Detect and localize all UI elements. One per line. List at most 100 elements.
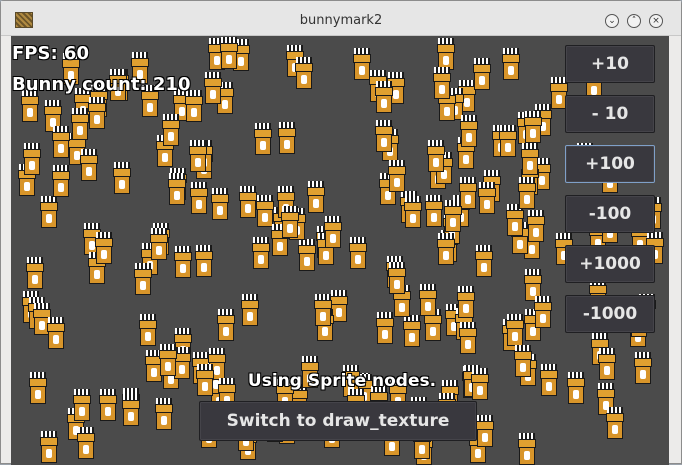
bunny-sprite: [97, 389, 119, 423]
render-mode-label: Using Sprite nodes.: [247, 371, 437, 391]
bunny-belly: [223, 327, 229, 336]
bunny-sprite: [402, 196, 424, 230]
bunny-belly: [156, 246, 162, 255]
bunny-sprite: [425, 140, 447, 174]
add-100-button[interactable]: +100: [565, 145, 655, 183]
bunny-belly: [277, 242, 283, 251]
bunny-sprite: [148, 228, 170, 262]
remove-1000-button[interactable]: -1000: [565, 295, 655, 333]
bunny-belly: [330, 234, 336, 243]
bunny-sprite: [137, 314, 159, 348]
bunny-belly: [86, 167, 92, 176]
switch-render-mode-button[interactable]: Switch to draw_texture: [199, 401, 477, 441]
bunny-sprite: [373, 81, 395, 115]
bunny-belly: [165, 362, 171, 371]
bunny-sprite: [322, 216, 344, 250]
bunny-belly: [336, 308, 342, 317]
bunny-belly: [94, 270, 100, 279]
bunny-sprite: [476, 182, 498, 216]
bunny-sprite: [504, 314, 526, 348]
bunny-sprite: [120, 394, 142, 428]
bunny-belly: [591, 86, 597, 95]
bunny-belly: [433, 158, 439, 167]
bunny-sprite: [417, 284, 439, 318]
bunny-belly: [479, 76, 485, 85]
bunny-belly: [35, 390, 41, 399]
bunny-sprite: [279, 206, 301, 240]
add-1000-button[interactable]: +1000: [565, 245, 655, 283]
bunny-sprite: [187, 140, 209, 174]
add-10-button[interactable]: +10: [565, 45, 655, 83]
bunny-sprite: [252, 123, 274, 157]
bunny-belly: [381, 99, 387, 108]
bunny-belly: [381, 138, 387, 147]
bunny-belly: [201, 263, 207, 272]
bunny-sprite: [50, 165, 72, 199]
bunny-belly: [174, 191, 180, 200]
bunny-sprite: [166, 173, 188, 207]
bunny-belly: [258, 255, 264, 264]
remove-100-button[interactable]: -100: [565, 195, 655, 233]
bunny-sprite: [532, 296, 554, 330]
bunny-sprite: [442, 200, 464, 234]
bunny-belly: [322, 327, 328, 336]
bunny-sprite: [293, 57, 315, 91]
bunny-belly: [53, 335, 59, 344]
bunny-belly: [431, 213, 437, 222]
bunny-belly: [430, 327, 436, 336]
bunny-sprite: [78, 149, 100, 183]
bunny-sprite: [69, 108, 91, 142]
bunny-belly: [119, 180, 125, 189]
bunny-belly: [512, 332, 518, 341]
bunny-belly: [517, 240, 523, 249]
bunny-sprite: [516, 177, 538, 211]
bunny-sprite: [519, 143, 541, 177]
bunny-belly: [162, 153, 168, 162]
bunny-belly: [443, 251, 449, 260]
bunny-sprite: [522, 111, 544, 145]
title-bar[interactable]: bunnymark2 ⌄ ˄ ×: [1, 1, 681, 36]
bunny-belly: [466, 133, 472, 142]
bunny-sprite: [516, 433, 538, 465]
bunny-belly: [226, 55, 232, 64]
bunny-belly: [94, 115, 100, 124]
bunny-sprite: [21, 143, 43, 177]
bunny-belly: [168, 132, 174, 141]
bunny-belly: [29, 161, 35, 170]
bunny-belly: [32, 275, 38, 284]
bunny-belly: [394, 178, 400, 187]
bunny-belly: [191, 108, 197, 117]
close-icon: ×: [652, 15, 660, 26]
bunny-sprite: [38, 431, 60, 465]
bunny-belly: [284, 140, 290, 149]
bunny-belly: [128, 412, 134, 421]
bunny-sprite: [45, 317, 67, 351]
bunny-belly: [463, 155, 469, 164]
bunny-belly: [612, 425, 618, 434]
bunny-belly: [524, 451, 530, 460]
bunny-sprite: [474, 415, 496, 449]
bunny-sprite: [458, 115, 480, 149]
bunny-sprite: [455, 286, 477, 320]
bunny-sprite: [160, 114, 182, 148]
bunny-sprite: [132, 263, 154, 297]
maximize-button[interactable]: ˄: [627, 14, 641, 28]
bunny-sprite: [209, 188, 231, 222]
minimize-button[interactable]: ⌄: [605, 14, 619, 28]
bunny-belly: [484, 200, 490, 209]
bunny-belly: [27, 108, 33, 117]
bunny-belly: [304, 257, 310, 266]
bunny-sprite: [202, 72, 224, 106]
bunny-belly: [409, 333, 415, 342]
bunny-sprite: [457, 322, 479, 356]
close-button[interactable]: ×: [649, 14, 663, 28]
bunny-belly: [105, 407, 111, 416]
remove-10-button[interactable]: - 10: [565, 95, 655, 133]
bunny-belly: [439, 85, 445, 94]
bunny-sprite: [401, 315, 423, 349]
bunny-sprite: [305, 181, 327, 215]
bunny-sprite: [188, 182, 210, 216]
maximize-icon: ˄: [631, 15, 637, 26]
bunny-sprite: [153, 398, 175, 432]
bunny-belly: [195, 158, 201, 167]
